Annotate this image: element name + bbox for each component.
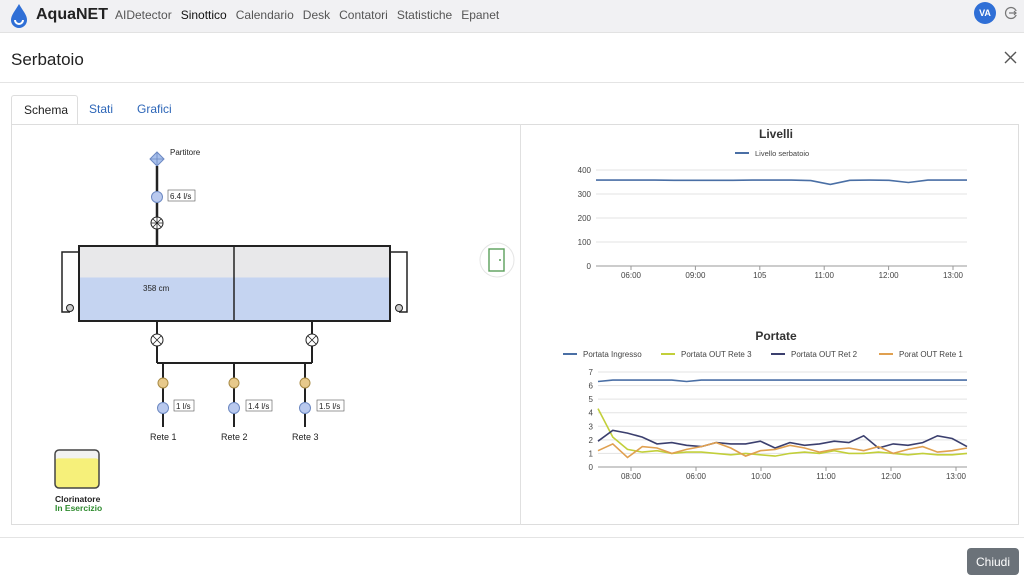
rete2-pump-icon[interactable] bbox=[228, 377, 240, 389]
portate-y-tick-label: 4 bbox=[589, 409, 594, 418]
livelli-x-tick-label: 12:00 bbox=[879, 271, 900, 280]
legend-label-livello: Livello serbatoio bbox=[755, 149, 809, 158]
rete1-label: Rete 1 bbox=[150, 432, 177, 442]
outlet-valve-left-icon[interactable] bbox=[150, 333, 164, 347]
rete1-flow-label: 1 l/s bbox=[176, 402, 191, 411]
rete1-meter-icon[interactable] bbox=[157, 402, 169, 414]
tab-grafici[interactable]: Grafici bbox=[125, 95, 184, 125]
logout-icon[interactable] bbox=[1004, 6, 1018, 25]
rete3-flow-label: 1.5 l/s bbox=[319, 402, 340, 411]
livelli-x-tick-label: 105 bbox=[753, 271, 767, 280]
top-navbar: AquaNET AIDetector Sinottico Calendario … bbox=[0, 0, 1024, 33]
portate-series-line-2[interactable] bbox=[597, 429, 968, 449]
portate-x-tick-label: 13:00 bbox=[946, 472, 967, 481]
close-icon[interactable] bbox=[1004, 51, 1017, 69]
portate-x-tick-label: 11:00 bbox=[816, 472, 836, 481]
nav-item-aidetector[interactable]: AIDetector bbox=[115, 8, 172, 22]
door-exit-icon[interactable] bbox=[479, 242, 515, 278]
portate-x-tick-label: 08:00 bbox=[621, 472, 642, 481]
livelli-y-tick-label: 300 bbox=[578, 190, 592, 199]
portate-x-tick-label: 10:00 bbox=[751, 472, 772, 481]
legend-label-portate-1: Portata OUT Rete 3 bbox=[681, 350, 752, 359]
chart-portate-legend[interactable]: Portata Ingresso Portata OUT Rete 3 Portat… bbox=[563, 350, 963, 359]
tab-schema[interactable]: Schema bbox=[11, 95, 78, 125]
livelli-series-line-0[interactable] bbox=[596, 179, 967, 186]
portate-x-tick-label: 12:00 bbox=[881, 472, 902, 481]
legend-label-portate-0: Portata Ingresso bbox=[583, 350, 642, 359]
nav-item-calendario[interactable]: Calendario bbox=[236, 8, 294, 22]
nav-item-epanet[interactable]: Epanet bbox=[461, 8, 499, 22]
rete3-label: Rete 3 bbox=[292, 432, 319, 442]
rete2-meter-icon[interactable] bbox=[228, 402, 240, 414]
inlet-meter-icon[interactable] bbox=[151, 191, 163, 203]
rete2-label: Rete 2 bbox=[221, 432, 248, 442]
nav-item-statistiche[interactable]: Statistiche bbox=[397, 8, 452, 22]
livelli-y-tick-label: 400 bbox=[578, 166, 592, 175]
livelli-y-tick-label: 200 bbox=[578, 214, 592, 223]
nav-item-sinottico[interactable]: Sinottico bbox=[181, 8, 227, 22]
livelli-x-tick-label: 09:00 bbox=[685, 271, 706, 280]
chiudi-button[interactable]: Chiudi bbox=[967, 548, 1019, 575]
partitore-icon[interactable] bbox=[149, 151, 165, 167]
schema-diagram: Partitore 6.4 l/s 358 cm 1 l/s Rete 1 1.… bbox=[54, 148, 515, 513]
nav-item-desk[interactable]: Desk bbox=[303, 8, 330, 22]
main-nav: AIDetector Sinottico Calendario Desk Con… bbox=[115, 8, 508, 22]
tank[interactable] bbox=[78, 245, 391, 322]
portate-y-tick-label: 1 bbox=[589, 449, 594, 458]
inlet-valve-icon[interactable] bbox=[150, 216, 164, 230]
header-divider bbox=[0, 82, 1024, 83]
tank-level-label: 358 cm bbox=[143, 284, 170, 293]
aquanet-logo-icon[interactable] bbox=[9, 3, 29, 34]
rete3-pump-icon[interactable] bbox=[299, 377, 311, 389]
chlorinator-status: In Esercizio bbox=[55, 503, 102, 513]
app-name[interactable]: AquaNET bbox=[36, 6, 108, 24]
inlet-flow-label: 6.4 l/s bbox=[170, 192, 191, 201]
rete2-flow-label: 1.4 l/s bbox=[248, 402, 269, 411]
portate-y-tick-label: 7 bbox=[589, 368, 594, 377]
chart-livelli: Livelli Livello serbatoio 0 100 200 300 400 0… bbox=[578, 127, 967, 280]
rete3-meter-icon[interactable] bbox=[299, 402, 311, 414]
left-level-gauge-icon[interactable] bbox=[66, 304, 74, 312]
livelli-y-tick-label: 100 bbox=[578, 238, 592, 247]
outlet-valve-right-icon[interactable] bbox=[305, 333, 319, 347]
chart-portate-title: Portate bbox=[755, 329, 797, 343]
legend-label-portate-3: Porat OUT Rete 1 bbox=[899, 350, 963, 359]
portate-y-tick-label: 6 bbox=[589, 382, 594, 391]
rete1-pump-icon[interactable] bbox=[157, 377, 169, 389]
livelli-x-tick-label: 06:00 bbox=[621, 271, 642, 280]
livelli-x-tick-label: 11:00 bbox=[814, 271, 834, 280]
user-avatar[interactable]: VA bbox=[974, 2, 996, 24]
nav-item-contatori[interactable]: Contatori bbox=[339, 8, 388, 22]
livelli-y-tick-label: 0 bbox=[587, 262, 592, 271]
portate-series-line-0[interactable] bbox=[597, 379, 967, 383]
portate-x-tick-label: 06:00 bbox=[686, 472, 707, 481]
chart-portate: Portate Portata Ingresso Portata OUT Rete… bbox=[563, 329, 968, 481]
footer-divider bbox=[0, 537, 1024, 538]
chart-livelli-title: Livelli bbox=[759, 127, 793, 141]
chart-livelli-legend[interactable]: Livello serbatoio bbox=[735, 149, 809, 158]
livelli-x-tick-label: 13:00 bbox=[943, 271, 964, 280]
chlorinator-tank-icon[interactable] bbox=[54, 449, 100, 489]
right-level-gauge-icon[interactable] bbox=[395, 304, 403, 312]
portate-y-tick-label: 5 bbox=[589, 395, 594, 404]
legend-label-portate-2: Portata OUT Ret 2 bbox=[791, 350, 858, 359]
partitore-label: Partitore bbox=[170, 148, 201, 157]
portate-y-tick-label: 2 bbox=[589, 436, 594, 445]
modal-title: Serbatoio bbox=[11, 50, 84, 69]
portate-y-tick-label: 0 bbox=[589, 463, 594, 472]
portate-y-tick-label: 3 bbox=[589, 422, 594, 431]
tab-stati[interactable]: Stati bbox=[77, 95, 125, 125]
